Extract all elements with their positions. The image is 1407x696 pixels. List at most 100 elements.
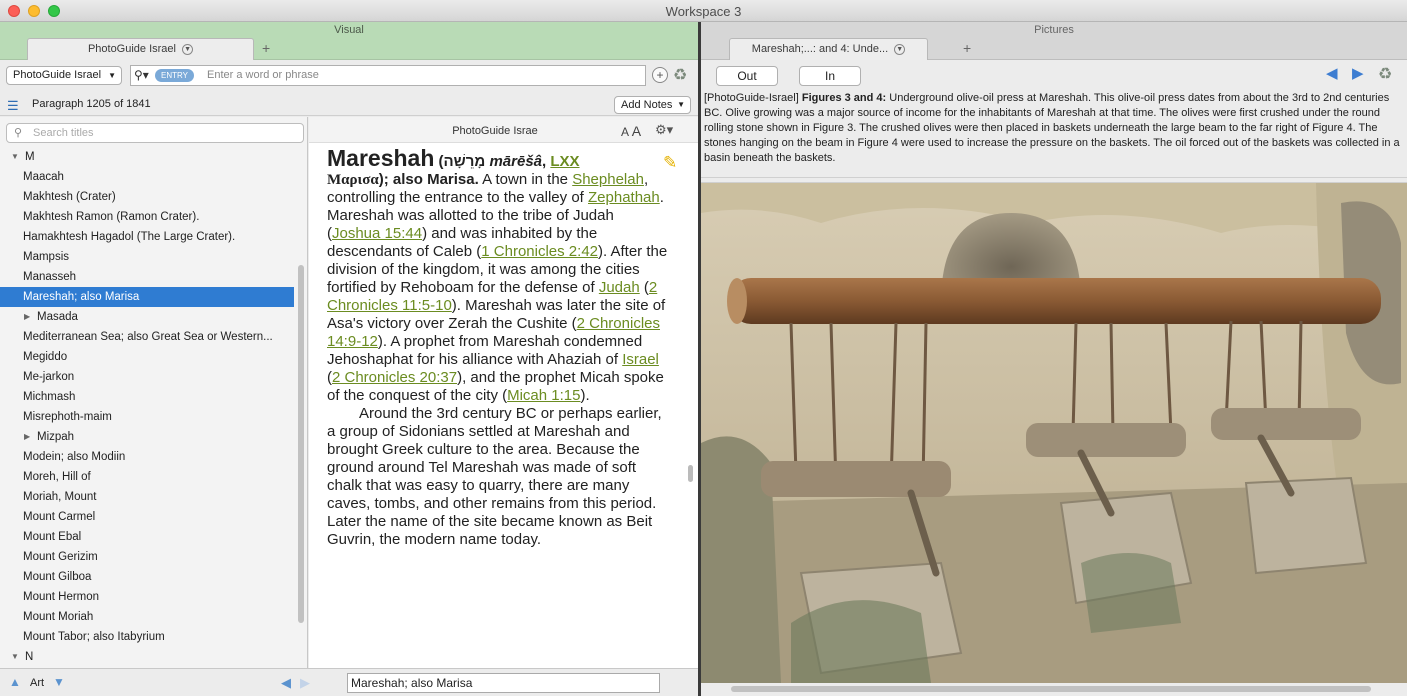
search-icon[interactable]: ⚲▾: [134, 68, 149, 82]
list-item-label: Makhtesh Ramon (Ramon Crater).: [23, 211, 200, 223]
tab-menu-icon[interactable]: ▼: [894, 43, 906, 55]
list-item[interactable]: Moriah, Mount: [0, 487, 294, 507]
disclosure-triangle-icon[interactable]: ▶: [24, 307, 30, 327]
pictures-panel: Pictures Mareshah;...: and 4: Unde... ▼ …: [701, 22, 1407, 696]
list-item[interactable]: Mount Moriah: [0, 607, 294, 627]
titles-scrollbar[interactable]: [298, 265, 304, 623]
list-item[interactable]: Me-jarkon: [0, 367, 294, 387]
title-group-header[interactable]: ▼ M: [0, 147, 294, 167]
lxx-link[interactable]: LXX: [550, 153, 579, 170]
list-item-label: Masada: [37, 311, 78, 323]
tab-photoguide-israel[interactable]: PhotoGuide Israel ▼: [27, 38, 254, 60]
list-item-label: M: [25, 151, 35, 163]
titles-pane: ⚲ Search titles ▼ M Maacah Makhtesh (Crater…: [0, 117, 308, 668]
list-item[interactable]: Modein; also Modiin: [0, 447, 294, 467]
reader-header: PhotoGuide Israe A A ⚙▾: [309, 117, 698, 143]
search-placeholder: Enter a word or phrase: [207, 69, 319, 81]
resource-select[interactable]: PhotoGuide Israel ▼: [6, 66, 122, 85]
article-text: ).: [580, 387, 590, 404]
list-item[interactable]: Moreh, Hill of: [0, 467, 294, 487]
list-item[interactable]: Mount Gerizim: [0, 547, 294, 567]
list-item[interactable]: Mount Carmel: [0, 507, 294, 527]
list-item[interactable]: Mediterranean Sea; also Great Sea or Wes…: [0, 327, 294, 347]
list-item[interactable]: Makhtesh (Crater): [0, 187, 294, 207]
arrow-right-icon[interactable]: ▶: [300, 675, 310, 691]
add-tab-plus-icon[interactable]: +: [963, 40, 971, 56]
joshua-15-44-link[interactable]: Joshua 15:44: [332, 225, 422, 242]
list-item-label: Maacah: [23, 171, 64, 183]
add-plus-icon[interactable]: +: [652, 67, 668, 83]
picture-horizontal-scrollbar[interactable]: [731, 686, 1371, 692]
list-item-label: Mareshah; also Marisa: [23, 291, 140, 303]
list-item[interactable]: Hamakhtesh Hagadol (The Large Crater).: [0, 227, 294, 247]
list-item-label: Mount Ebal: [23, 531, 82, 543]
article-text: (: [639, 279, 649, 296]
art-label: Art: [30, 677, 45, 689]
add-tab-plus-icon[interactable]: +: [262, 40, 270, 56]
disclosure-triangle-icon[interactable]: ▼: [11, 647, 19, 667]
recycle-icon[interactable]: ♻: [673, 65, 687, 85]
paragraph-toolbar: ☰ Paragraph 1205 of 1841 Add Notes ▼: [0, 94, 698, 116]
recycle-icon[interactable]: ♻: [1378, 64, 1392, 84]
list-icon[interactable]: ☰: [7, 98, 19, 114]
tab-menu-icon[interactable]: ▼: [182, 43, 194, 55]
triangle-up-icon[interactable]: ▲: [9, 675, 21, 689]
article-paragraph-2: Around the 3rd century BC or perhaps ear…: [327, 405, 662, 548]
list-item[interactable]: Mount Hermon: [0, 587, 294, 607]
entry-type-pill[interactable]: ENTRY: [155, 69, 194, 82]
israel-link[interactable]: Israel: [622, 351, 659, 368]
list-item[interactable]: Manasseh: [0, 267, 294, 287]
list-item[interactable]: Mampsis: [0, 247, 294, 267]
zoom-out-button[interactable]: Out: [716, 66, 778, 86]
hebrew-text: (מָרֵשָׁה: [434, 153, 490, 170]
gear-icon[interactable]: ⚙▾: [655, 122, 673, 138]
arrow-left-icon[interactable]: ◀: [1326, 64, 1338, 82]
zephathah-link[interactable]: Zephathah: [588, 189, 660, 206]
list-item-label: Mount Moriah: [23, 611, 94, 623]
font-size-control[interactable]: A A: [621, 123, 641, 139]
reader-scrollbar[interactable]: [688, 465, 693, 482]
titles-list: ▼ M Maacah Makhtesh (Crater) Makhtesh Ramon …: [0, 147, 294, 667]
list-item[interactable]: Misrephoth-maim: [0, 407, 294, 427]
resource-select-value: PhotoGuide Israel: [13, 69, 102, 81]
article-body: Mareshah (מָרֵשָׁה mārēšâ, LXX Μαρισα); …: [327, 147, 669, 549]
triangle-down-icon[interactable]: ▼: [53, 675, 65, 689]
list-item-label: Misrephoth-maim: [23, 411, 112, 423]
font-smaller-button[interactable]: A: [621, 125, 628, 139]
list-item[interactable]: Megiddo: [0, 347, 294, 367]
micah-1-15-link[interactable]: Micah 1:15: [507, 387, 580, 404]
current-title-field[interactable]: Mareshah; also Marisa: [347, 673, 660, 693]
list-item[interactable]: Maacah: [0, 167, 294, 187]
disclosure-triangle-icon[interactable]: ▶: [24, 427, 30, 447]
panel-label-pictures: Pictures: [1034, 24, 1074, 36]
window-titlebar: Workspace 3: [0, 0, 1407, 22]
font-larger-button[interactable]: A: [632, 123, 641, 139]
search-titles-input[interactable]: ⚲ Search titles: [6, 123, 304, 143]
disclosure-triangle-icon[interactable]: ▼: [11, 147, 19, 167]
arrow-left-icon[interactable]: ◀: [281, 675, 291, 691]
zoom-in-button[interactable]: In: [799, 66, 861, 86]
list-item[interactable]: Mount Tabor; also Itabyrium: [0, 627, 294, 647]
judah-link[interactable]: Judah: [599, 279, 640, 296]
list-item[interactable]: Michmash: [0, 387, 294, 407]
list-item[interactable]: ▶ Mizpah: [0, 427, 294, 447]
2-chronicles-20-37-link[interactable]: 2 Chronicles 20:37: [332, 369, 457, 386]
chevron-down-icon: ▼: [677, 100, 685, 109]
search-toolbar: PhotoGuide Israel ▼ ⚲▾ ENTRY Enter a wor…: [0, 61, 698, 89]
caption-figure-label: Figures 3 and 4:: [801, 92, 887, 104]
shephelah-link[interactable]: Shephelah: [572, 171, 644, 188]
list-item[interactable]: Mareshah; also Marisa: [0, 287, 294, 307]
arrow-right-icon[interactable]: ▶: [1352, 64, 1364, 82]
title-group-header[interactable]: ▼ N: [0, 647, 294, 667]
list-item[interactable]: Makhtesh Ramon (Ramon Crater).: [0, 207, 294, 227]
search-field[interactable]: ⚲▾ ENTRY Enter a word or phrase: [130, 65, 646, 86]
list-item[interactable]: Mount Gilboa: [0, 567, 294, 587]
list-item[interactable]: Mount Ebal: [0, 527, 294, 547]
headword: Mareshah: [327, 145, 435, 171]
add-notes-button[interactable]: Add Notes ▼: [614, 96, 691, 114]
list-item[interactable]: ▶ Masada: [0, 307, 294, 327]
tab-mareshah-figures[interactable]: Mareshah;...: and 4: Unde... ▼: [729, 38, 928, 60]
add-notes-label: Add Notes: [621, 99, 673, 111]
1-chronicles-2-42-link[interactable]: 1 Chronicles 2:42: [481, 243, 598, 260]
olive-press-photo: [701, 183, 1407, 683]
